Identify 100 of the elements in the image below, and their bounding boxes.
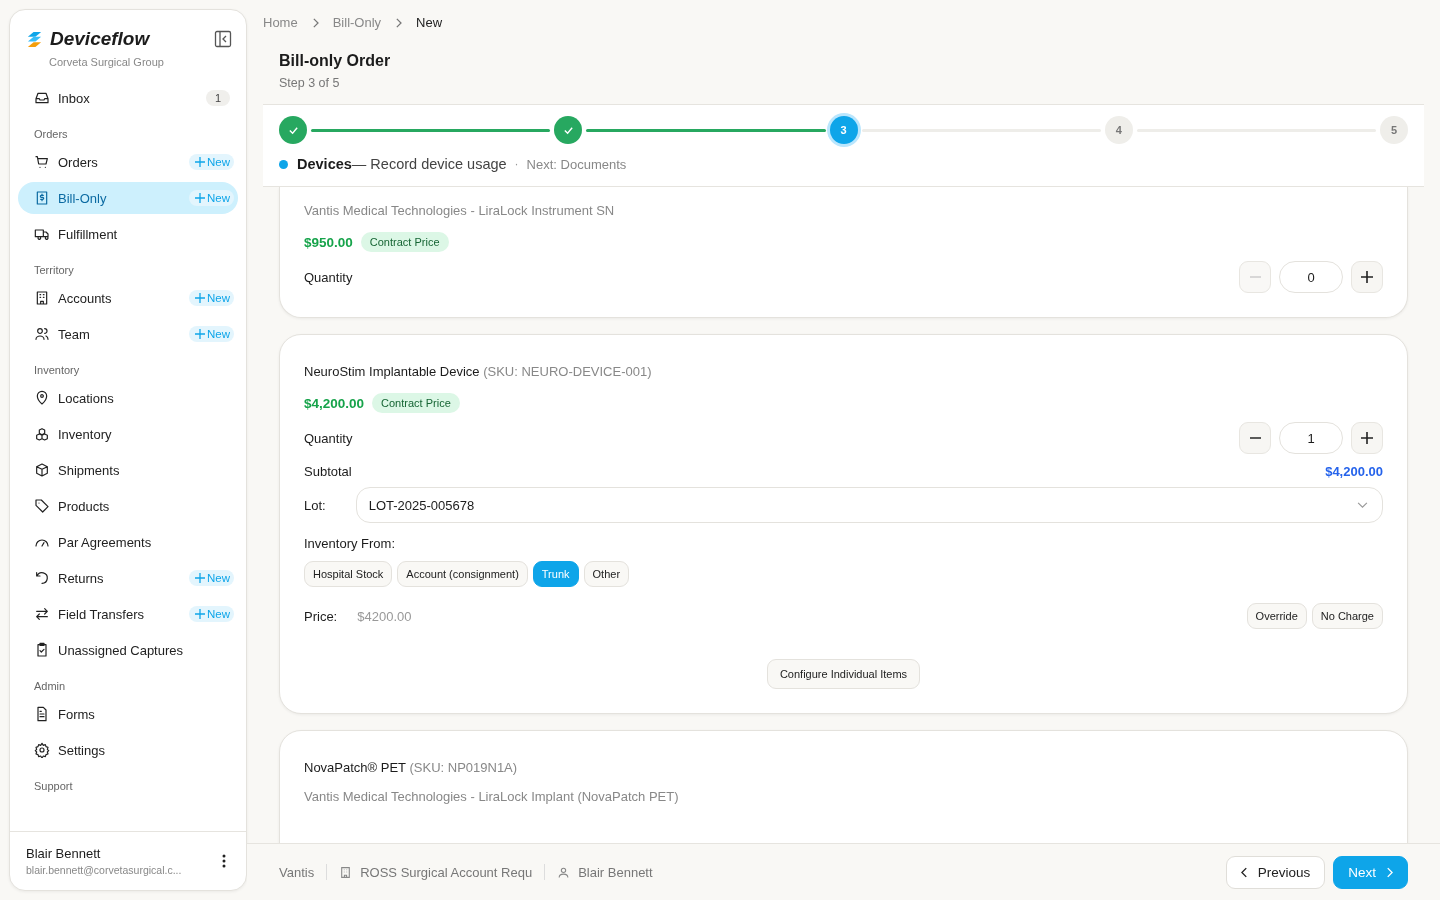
truck-icon — [34, 226, 50, 242]
device-title: NeuroStim Implantable Device (SKU: NEURO-DEVICE-001) — [304, 364, 653, 379]
source-option[interactable]: Other — [583, 561, 630, 587]
account-text: Vantis — [279, 864, 315, 880]
price-value: $4200.00 — [357, 608, 412, 624]
nav-item[interactable]: Team New — [18, 318, 238, 350]
plus-icon — [195, 157, 205, 167]
nav-item[interactable]: Inventory — [18, 418, 238, 450]
user-icon — [557, 865, 571, 879]
building-icon — [339, 865, 353, 879]
chevron-right-icon — [395, 17, 403, 28]
file-icon — [34, 706, 50, 722]
nav-section-title: Admin — [33, 679, 67, 694]
more-icon[interactable] — [222, 854, 226, 868]
nav-item[interactable]: Products — [18, 490, 238, 522]
nav-item[interactable]: Shipments — [18, 454, 238, 486]
price-label: Price: — [304, 608, 338, 624]
gear-icon — [34, 742, 50, 758]
contract-price-badge: Contract Price — [360, 232, 449, 252]
page-subtitle: Step 3 of 5 — [279, 76, 341, 90]
nav-section-title: Support — [33, 779, 74, 794]
previous-button[interactable]: Previous — [1225, 855, 1326, 889]
nav-item[interactable]: Forms — [18, 698, 238, 730]
plus-icon — [195, 609, 205, 619]
check-icon — [287, 124, 299, 136]
current-step-dot — [279, 159, 288, 169]
users-icon — [34, 326, 50, 342]
price-action-button[interactable]: No Charge — [1311, 603, 1383, 629]
undo-icon — [34, 570, 50, 586]
plus-icon — [195, 329, 205, 339]
current-step-name: Devices — [297, 156, 352, 172]
request-text: ROSS Surgical Account Requ — [360, 864, 533, 880]
sidebar-collapse-icon[interactable] — [214, 30, 232, 48]
nav-item[interactable]: Unassigned Captures — [18, 634, 238, 666]
logo-icon — [26, 30, 43, 48]
vendor-text: Vantis Medical Technologies - LiraLock Implant (NovaPatch PET) — [304, 789, 680, 804]
clipboard-icon — [34, 642, 50, 658]
step-indicator: 4 — [1104, 116, 1133, 144]
assignee-text: Blair Bennett — [578, 864, 653, 880]
user-name: Blair Bennett — [26, 846, 102, 861]
swap-icon — [34, 606, 50, 622]
nav-item[interactable]: Field Transfers New — [18, 598, 238, 630]
price-text: $950.00 — [304, 234, 353, 250]
breadcrumb-link[interactable]: New — [416, 15, 443, 30]
plus-icon — [1361, 432, 1373, 444]
nav-item[interactable]: Bill-Only New — [18, 182, 238, 214]
subtotal-label: Subtotal — [304, 464, 352, 479]
nav-item[interactable]: Settings — [18, 734, 238, 766]
page-title: Bill-only Order — [279, 52, 392, 70]
count-badge: 1 — [205, 90, 230, 106]
nav-section-title: Territory — [33, 263, 75, 278]
tag-icon — [34, 498, 50, 514]
decrease-button[interactable] — [1239, 422, 1271, 454]
minus-icon — [1249, 437, 1261, 439]
vendor-text: Vantis Medical Technologies - LiraLock Instrument SN — [304, 203, 616, 218]
quantity-label: Quantity — [304, 269, 353, 285]
source-option[interactable]: Hospital Stock — [304, 561, 393, 587]
configure-items-button[interactable]: Configure Individual Items — [766, 659, 921, 689]
quantity-label: Quantity — [304, 430, 353, 446]
nav-section-title: Orders — [33, 127, 69, 142]
subtotal-value: $4,200.00 — [1325, 464, 1383, 479]
chevron-right-icon — [1386, 866, 1393, 878]
increase-button[interactable] — [1351, 261, 1383, 293]
inbox-icon — [34, 90, 50, 106]
increase-button[interactable] — [1351, 422, 1383, 454]
nav-item[interactable]: Fulfillment — [18, 218, 238, 250]
chevron-down-icon — [1357, 501, 1368, 509]
check-icon — [562, 124, 574, 136]
chevron-right-icon — [311, 17, 319, 28]
next-step-label: Next: Documents — [526, 156, 627, 172]
price-action-button[interactable]: Override — [1246, 603, 1307, 629]
minus-icon — [1249, 276, 1261, 278]
lot-select[interactable]: LOT-2025-005678 — [355, 487, 1383, 523]
plus-icon — [1361, 271, 1373, 283]
boxes-icon — [34, 426, 50, 442]
user-email: blair.bennett@corvetasurgical.c... — [26, 864, 183, 876]
nav-item[interactable]: Par Agreements — [18, 526, 238, 558]
lot-label: Lot: — [304, 497, 326, 513]
building-icon — [34, 290, 50, 306]
brand-name: Deviceflow — [50, 28, 151, 50]
device-title: NovaPatch® PET (SKU: NP019N1A) — [304, 760, 519, 775]
plus-icon — [195, 193, 205, 203]
chevron-left-icon — [1240, 866, 1248, 878]
nav-item[interactable]: Accounts New — [18, 282, 238, 314]
organization-name: Corveta Surgical Group — [48, 55, 165, 68]
source-option[interactable]: Account (consignment) — [397, 561, 528, 587]
bill-icon — [34, 190, 50, 206]
step-indicator: 5 — [1380, 116, 1408, 144]
contract-price-badge: Contract Price — [372, 393, 460, 413]
nav-item[interactable]: Orders New — [18, 146, 238, 178]
current-step-description: — Record device usage — [351, 156, 507, 172]
price-text: $4,200.00 — [304, 395, 365, 411]
pin-icon — [34, 390, 50, 406]
nav-section-title: Inventory — [33, 363, 81, 378]
package-icon — [34, 462, 50, 478]
nav-item[interactable]: Returns New — [18, 562, 238, 594]
nav-item[interactable]: Locations — [18, 382, 238, 414]
separator-dot: · — [514, 157, 519, 171]
plus-icon — [195, 573, 205, 583]
nav-item[interactable]: Inbox 1 — [18, 82, 238, 114]
